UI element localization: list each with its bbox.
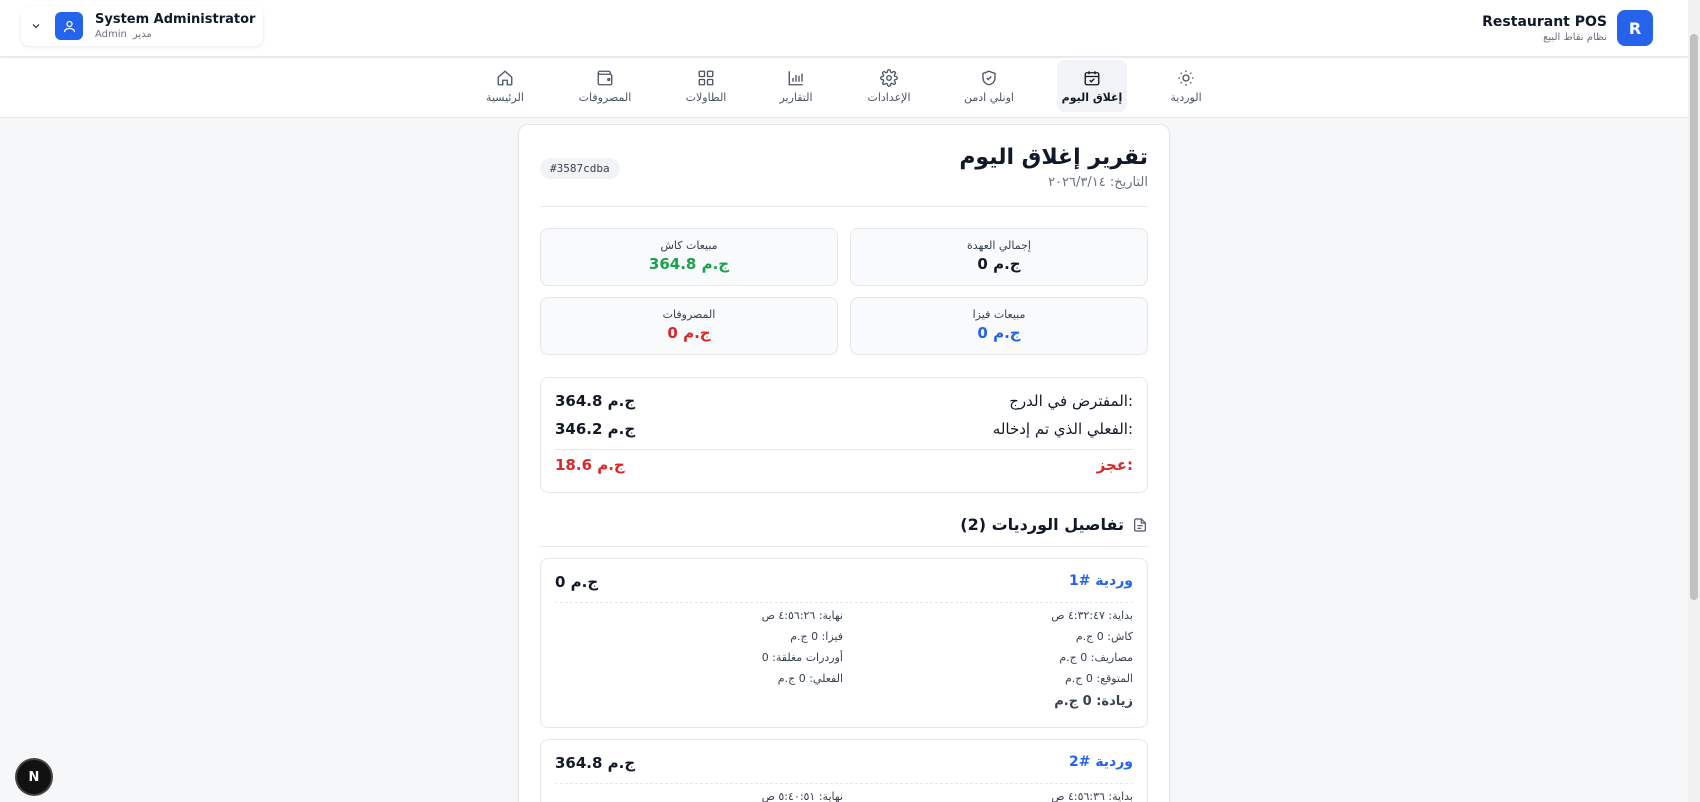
- user-name: System Administrator: [95, 12, 256, 27]
- stat-cash-sales: مبيعات كاش 364.8 ج.م: [540, 228, 838, 286]
- report-title: تقرير إغلاق اليوم: [959, 145, 1148, 170]
- nav-label: الطاولات: [685, 90, 727, 104]
- calendar-check-icon: [1084, 70, 1100, 85]
- close-day-report-card: تقرير إغلاق اليوم التاريخ: ٢٠٢٦/٣/١٤ #35…: [518, 124, 1170, 802]
- stat-label: إجمالي العهدة: [967, 239, 1031, 252]
- dev-tools-badge[interactable]: N: [17, 760, 51, 794]
- shift-surplus: زيادة: 0 ج.م: [1054, 694, 1133, 709]
- drawer-actual-label: الفعلي الذي تم إدخاله:: [992, 420, 1133, 438]
- nav-label: اونلي ادمن: [964, 90, 1014, 104]
- main-nav: الوردية إغلاق اليوم اونلي ادمن الإعدادات…: [0, 58, 1688, 118]
- shift-card: وردية #2 364.8 ج.م بداية: ٤:٥٦:٣٦ ص نهاي…: [540, 739, 1148, 802]
- stat-visa-sales: مبيعات فيزا 0 ج.م: [850, 297, 1148, 355]
- shift-expenses: مصاريف: 0 ج.م: [1059, 651, 1133, 664]
- brand-text: Restaurant POS نظام نقاط البيع: [1482, 14, 1607, 43]
- brand: Restaurant POS نظام نقاط البيع R: [1482, 10, 1653, 46]
- shift-card: وردية #1 0 ج.م بداية: ٤:٣٢:٤٧ ص نهاية: ٤…: [540, 558, 1148, 728]
- divider: [555, 783, 1133, 784]
- nav-item-admin-only[interactable]: اونلي ادمن: [956, 60, 1022, 112]
- nav-item-reports[interactable]: التقارير: [774, 60, 818, 112]
- stat-value: 0 ج.م: [977, 324, 1021, 342]
- user-avatar-icon: [55, 12, 83, 40]
- top-header: System Administrator Admin مدير Restaura…: [0, 0, 1688, 57]
- drawer-expected-label: المفترض في الدرج:: [1009, 392, 1133, 410]
- shift-total: 0 ج.م: [555, 573, 599, 591]
- wallet-icon: [597, 70, 613, 85]
- brand-logo: R: [1617, 10, 1653, 46]
- drawer-deficit-row: عجز: 18.6 ج.م: [555, 456, 1133, 474]
- drawer-deficit-label: عجز:: [1096, 456, 1133, 474]
- stat-value: 364.8 ج.م: [648, 255, 730, 273]
- stat-custody: إجمالي العهدة 0 ج.م: [850, 228, 1148, 286]
- shift-start: بداية: ٤:٥٦:٣٦ ص: [1051, 790, 1133, 802]
- nav-item-settings[interactable]: الإعدادات: [861, 60, 917, 112]
- shifts-heading: تفاصيل الورديات (2): [960, 515, 1148, 534]
- stat-value: 0 ج.م: [667, 324, 711, 342]
- user-role-en: Admin: [95, 29, 127, 40]
- divider: [540, 206, 1148, 207]
- stat-value: 0 ج.م: [977, 255, 1021, 273]
- shift-title: وردية #2: [1068, 754, 1133, 770]
- user-role-ar: مدير: [132, 29, 152, 40]
- document-icon: [1134, 517, 1146, 532]
- chevron-down-icon[interactable]: [29, 19, 43, 33]
- page-scrollbar[interactable]: [1688, 0, 1700, 802]
- shift-expected: المتوقع: 0 ج.م: [1065, 672, 1133, 685]
- user-menu[interactable]: System Administrator Admin مدير: [21, 6, 264, 46]
- stat-expenses: المصروفات 0 ج.م: [540, 297, 838, 355]
- shifts-heading-label: تفاصيل الورديات (2): [960, 515, 1124, 534]
- drawer-actual-row: الفعلي الذي تم إدخاله: 346.2 ج.م: [555, 420, 1133, 438]
- brand-title: Restaurant POS: [1482, 13, 1607, 30]
- brand-subtitle: نظام نقاط البيع: [1543, 31, 1607, 43]
- user-role: Admin مدير: [95, 29, 255, 40]
- drawer-expected-value: 364.8 ج.م: [555, 392, 636, 410]
- nav-item-shift[interactable]: الوردية: [1156, 60, 1216, 112]
- shield-check-icon: [982, 70, 996, 85]
- nav-label: المصروفات: [578, 90, 632, 104]
- shift-end: نهاية: ٤:٥٦:٢٦ ص: [761, 609, 843, 622]
- gear-icon: [880, 68, 898, 87]
- nav-item-expenses[interactable]: المصروفات: [576, 60, 634, 112]
- nav-label: الوردية: [1170, 90, 1202, 104]
- shift-actual: الفعلي: 0 ج.م: [777, 672, 843, 685]
- nav-label: إغلاق اليوم: [1061, 90, 1123, 104]
- drawer-actual-value: 346.2 ج.م: [555, 420, 636, 438]
- drawer-summary: المفترض في الدرج: 364.8 ج.م الفعلي الذي …: [540, 377, 1148, 493]
- divider: [555, 449, 1133, 450]
- divider: [555, 602, 1133, 603]
- drawer-expected-row: المفترض في الدرج: 364.8 ج.م: [555, 392, 1133, 410]
- sun-icon: [1178, 70, 1194, 85]
- shift-visa: فيزا: 0 ج.م: [790, 630, 843, 643]
- drawer-deficit-value: 18.6 ج.م: [555, 456, 625, 474]
- divider: [540, 546, 1148, 547]
- report-date: التاريخ: ٢٠٢٦/٣/١٤: [1048, 175, 1148, 190]
- user-info: System Administrator Admin مدير: [95, 12, 255, 40]
- home-icon: [497, 69, 513, 85]
- stat-label: المصروفات: [662, 308, 716, 321]
- scrollbar-thumb[interactable]: [1690, 34, 1698, 600]
- nav-label: التقارير: [779, 90, 813, 104]
- nav-label: الإعدادات: [867, 90, 911, 104]
- nav-label: الرئيسية: [486, 90, 524, 104]
- shift-closed-orders: أوردرات مغلقة: 0: [761, 651, 843, 664]
- nav-item-close-day[interactable]: إغلاق اليوم: [1057, 60, 1127, 112]
- report-id-badge: #3587cdba: [540, 158, 620, 179]
- grid-icon: [698, 70, 714, 85]
- stat-label: مبيعات كاش: [660, 239, 718, 252]
- nav-item-tables[interactable]: الطاولات: [680, 60, 732, 112]
- shift-title: وردية #1: [1068, 573, 1133, 589]
- shift-start: بداية: ٤:٣٢:٤٧ ص: [1051, 609, 1133, 622]
- shift-end: نهاية: ٥:٤٠:٥١ ص: [761, 790, 843, 802]
- bar-chart-icon: [788, 70, 803, 85]
- nav-item-home[interactable]: الرئيسية: [484, 60, 526, 112]
- shift-cash: كاش: 0 ج.م: [1075, 630, 1133, 643]
- stat-label: مبيعات فيزا: [972, 308, 1026, 321]
- shift-total: 364.8 ج.م: [555, 754, 636, 772]
